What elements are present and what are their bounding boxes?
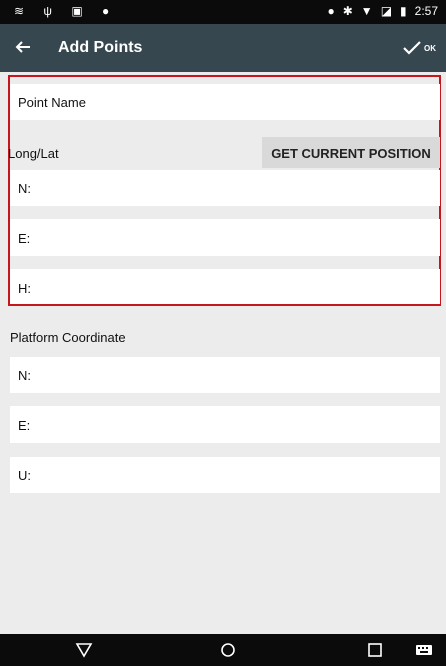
clock: 2:57 (414, 4, 438, 18)
check-icon (403, 41, 421, 55)
platform-coordinate-label: Platform Coordinate (10, 330, 126, 345)
recents-icon[interactable] (365, 640, 385, 660)
bluetooth-icon: ✱ (342, 4, 353, 18)
platform-e-field[interactable] (10, 406, 440, 443)
notification-icon: ≋ (14, 4, 33, 18)
navigation-bar (0, 634, 446, 666)
platform-u-field[interactable] (10, 457, 440, 493)
keyboard-icon[interactable] (414, 640, 434, 660)
lock-icon: ▣ (71, 4, 91, 18)
long-lat-label: Long/Lat (8, 146, 59, 161)
app-bar: Add Points OK (0, 24, 446, 72)
get-current-position-button[interactable]: GET CURRENT POSITION (262, 137, 440, 168)
location-icon: ● (327, 4, 335, 18)
back-icon[interactable] (74, 640, 94, 660)
ok-label: OK (424, 43, 436, 53)
platform-n-field[interactable] (10, 357, 440, 393)
location-icon: ● (102, 4, 118, 18)
signal-icon: ◪ (380, 4, 393, 18)
platform-e-label: E: (18, 418, 31, 433)
status-icons-left: ≋ ψ ▣ ● (14, 4, 117, 18)
platform-u-label: U: (18, 468, 31, 483)
back-arrow-icon[interactable] (14, 38, 32, 56)
status-bar: ≋ ψ ▣ ● ● ✱ ▼ ◪ ▮ 2:57 (0, 0, 446, 24)
e-field[interactable] (10, 219, 440, 256)
h-label: H: (18, 281, 31, 296)
battery-icon: ▮ (400, 4, 407, 18)
status-icons-right: ● ✱ ▼ ◪ ▮ 2:57 (327, 4, 438, 18)
home-icon[interactable] (218, 640, 238, 660)
n-label: N: (18, 181, 31, 196)
wifi-icon: ▼ (360, 4, 373, 18)
platform-n-label: N: (18, 368, 31, 383)
ok-button[interactable]: OK (402, 36, 436, 60)
page-title: Add Points (58, 39, 143, 56)
point-name-label: Point Name (18, 95, 86, 110)
e-label: E: (18, 231, 31, 246)
usb-icon: ψ (43, 4, 60, 18)
n-field[interactable] (10, 170, 440, 206)
h-field[interactable] (10, 269, 440, 304)
